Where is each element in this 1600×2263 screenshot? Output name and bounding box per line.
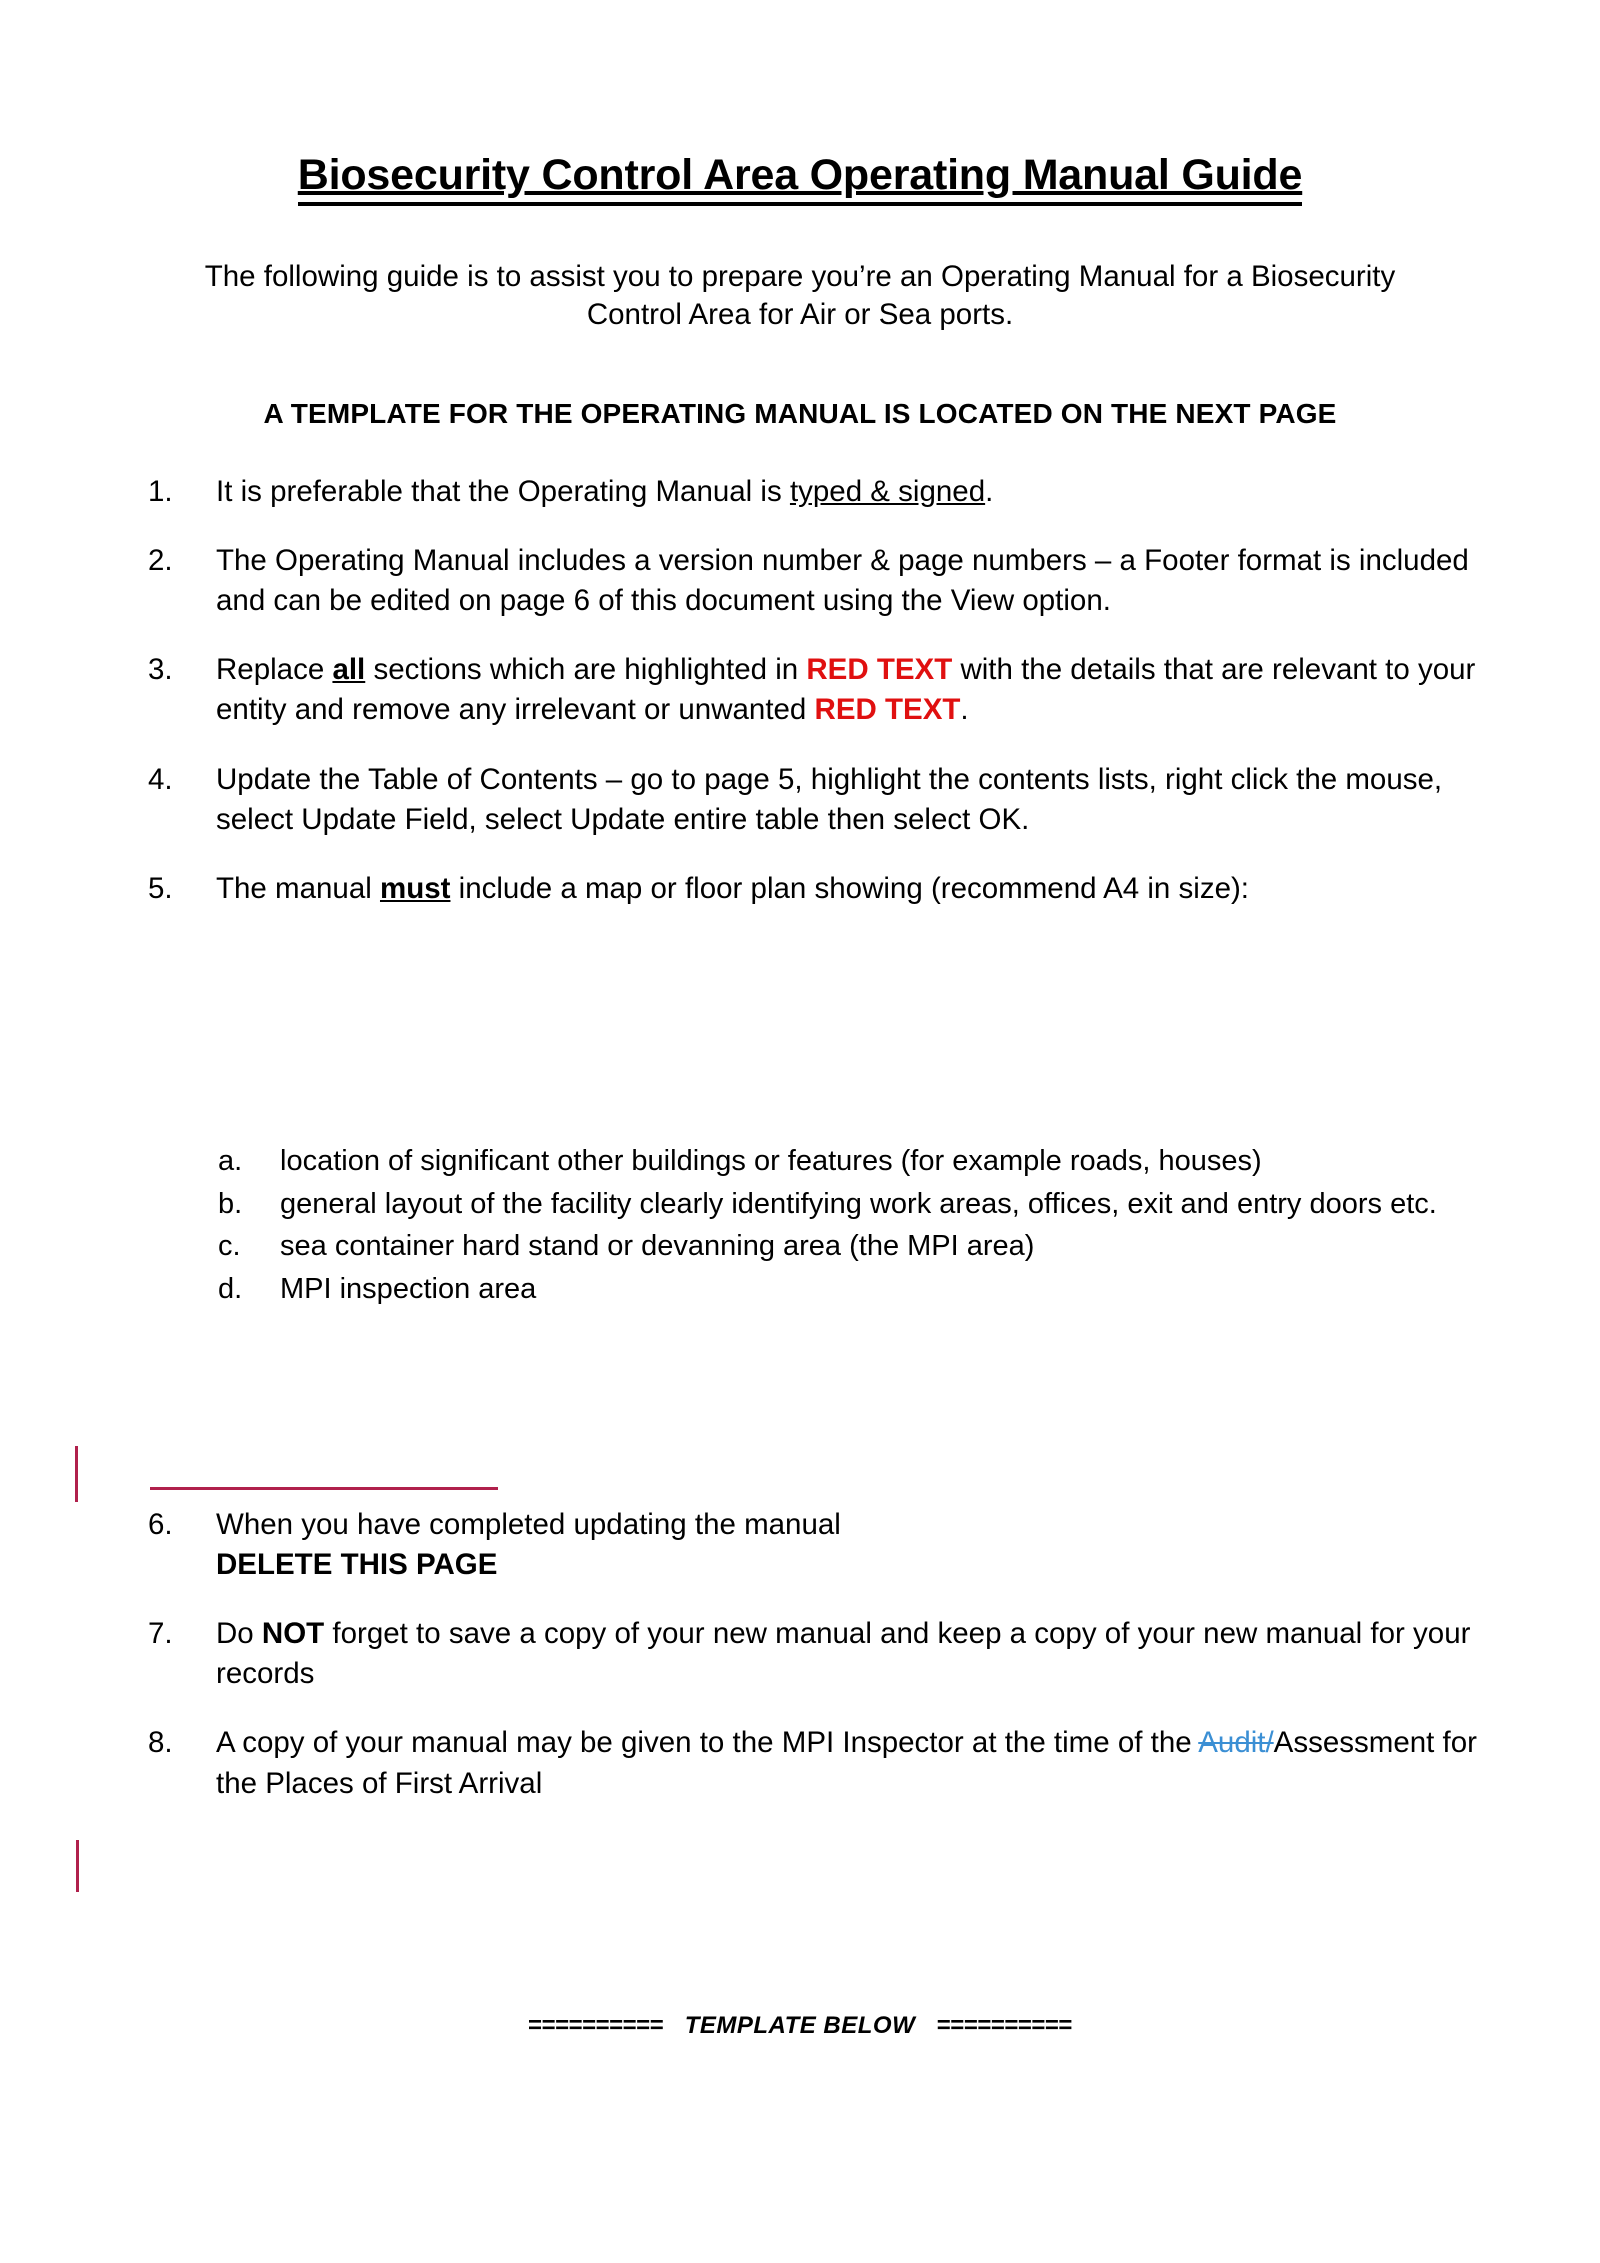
text-segment: all bbox=[332, 653, 366, 687]
text-segment: Update the Table of Contents – go to pag… bbox=[216, 762, 1443, 836]
text-segment: RED TEXT bbox=[814, 693, 961, 727]
list-item-text: Update the Table of Contents – go to pag… bbox=[216, 760, 1478, 840]
list-marker: 1. bbox=[148, 475, 173, 508]
sublist-item: c. sea container hard stand or devanning … bbox=[218, 1227, 1468, 1266]
list-item-text: It is preferable that the Operating Manu… bbox=[216, 472, 1478, 512]
text-segment: RED TEXT bbox=[806, 653, 953, 687]
page-title: Biosecurity Control Area Operating Manua… bbox=[0, 151, 1600, 206]
template-location-notice: A TEMPLATE FOR THE OPERATING MANUAL IS L… bbox=[263, 398, 1337, 429]
list-item-text: Do NOT forget to save a copy of your new… bbox=[216, 1614, 1478, 1694]
list-item-text: Replace all sections which are highlight… bbox=[216, 650, 1478, 730]
text-segment: The manual bbox=[216, 871, 380, 905]
list-item-text: When you have completed updating the man… bbox=[216, 1505, 1478, 1585]
change-bar-marker bbox=[76, 1840, 79, 1892]
instruction-list-secondary: 6. When you have completed updating the m… bbox=[148, 1505, 1478, 1833]
sublist-marker: a. bbox=[218, 1145, 243, 1177]
text-segment: NOT bbox=[261, 1617, 325, 1651]
list-marker: 8. bbox=[148, 1726, 173, 1760]
instruction-list-primary: 1. It is preferable that the Operating Ma… bbox=[148, 472, 1478, 938]
text-segment: Do bbox=[216, 1617, 262, 1651]
text-segment: Audit/ bbox=[1198, 1726, 1274, 1760]
text-segment: When you have completed updating the man… bbox=[216, 1508, 841, 1541]
sublist-item-text: location of significant other buildings … bbox=[280, 1145, 1262, 1177]
list-marker: 2. bbox=[148, 544, 173, 578]
text-segment: Replace bbox=[216, 653, 333, 687]
text-segment: include a map or floor plan showing (rec… bbox=[450, 871, 1249, 905]
list-item: 6. When you have completed updating the m… bbox=[148, 1505, 1478, 1585]
list-item-text: The manual must include a map or floor p… bbox=[216, 869, 1478, 909]
list-item: 7. Do NOT forget to save a copy of your n… bbox=[148, 1614, 1478, 1694]
list-marker: 5. bbox=[148, 871, 173, 905]
text-segment: typed & signed bbox=[789, 475, 986, 508]
list-marker: 6. bbox=[148, 1508, 173, 1541]
list-item-text: A copy of your manual may be given to th… bbox=[216, 1723, 1478, 1803]
sublist-item: b. general layout of the facility clearly… bbox=[218, 1185, 1468, 1224]
sublist-item: a. location of significant other building… bbox=[218, 1142, 1468, 1181]
list-marker: 4. bbox=[148, 762, 173, 796]
list-item: 4. Update the Table of Contents – go to p… bbox=[148, 760, 1478, 840]
list-item: 8. A copy of your manual may be given to … bbox=[148, 1723, 1478, 1803]
footer-rule-left: ========== bbox=[528, 2012, 664, 2039]
map-requirements-sublist: a. location of significant other building… bbox=[218, 1142, 1468, 1312]
document-subtitle: The following guide is to assist you to … bbox=[204, 259, 1396, 332]
sublist-marker: c. bbox=[218, 1230, 241, 1263]
text-segment: must bbox=[379, 871, 451, 905]
text-segment: DELETE THIS PAGE bbox=[216, 1548, 498, 1582]
list-item: 2. The Operating Manual includes a versio… bbox=[148, 541, 1478, 621]
footer-label: TEMPLATE BELOW bbox=[684, 2012, 916, 2039]
sublist-item: d. MPI inspection area bbox=[218, 1270, 1468, 1309]
sublist-marker: d. bbox=[218, 1272, 243, 1305]
sublist-item-text: general layout of the facility clearly i… bbox=[280, 1187, 1437, 1220]
sublist-marker: b. bbox=[218, 1187, 243, 1220]
text-segment: . bbox=[960, 693, 969, 727]
text-segment: The Operating Manual includes a version … bbox=[216, 544, 1469, 618]
list-item-text: The Operating Manual includes a version … bbox=[216, 541, 1478, 621]
list-item: 5. The manual must include a map or floor… bbox=[148, 869, 1478, 909]
change-bar-marker bbox=[75, 1446, 78, 1502]
page-title-text: Biosecurity Control Area Operating Manua… bbox=[297, 151, 1302, 206]
sublist-item-text: sea container hard stand or devanning ar… bbox=[280, 1230, 1035, 1263]
text-segment: sections which are highlighted in bbox=[365, 653, 807, 687]
sublist-item-text: MPI inspection area bbox=[280, 1272, 537, 1305]
list-item: 1. It is preferable that the Operating Ma… bbox=[148, 472, 1478, 512]
list-item: 3. Replace all sections which are highlig… bbox=[148, 650, 1478, 730]
text-segment: A copy of your manual may be given to th… bbox=[216, 1726, 1199, 1760]
horizontal-rule-divider bbox=[150, 1487, 498, 1490]
text-segment: forget to save a copy of your new manual… bbox=[216, 1617, 1471, 1691]
list-marker: 3. bbox=[148, 653, 173, 687]
footer-rule-right: ========== bbox=[936, 2012, 1073, 2039]
template-below-footer: ========== TEMPLATE BELOW ========== bbox=[0, 2012, 1600, 2040]
list-marker: 7. bbox=[148, 1617, 173, 1651]
document-page: Biosecurity Control Area Operating Manua… bbox=[0, 0, 1600, 2263]
text-segment: It is preferable that the Operating Manu… bbox=[216, 475, 790, 508]
text-segment: . bbox=[985, 475, 994, 508]
